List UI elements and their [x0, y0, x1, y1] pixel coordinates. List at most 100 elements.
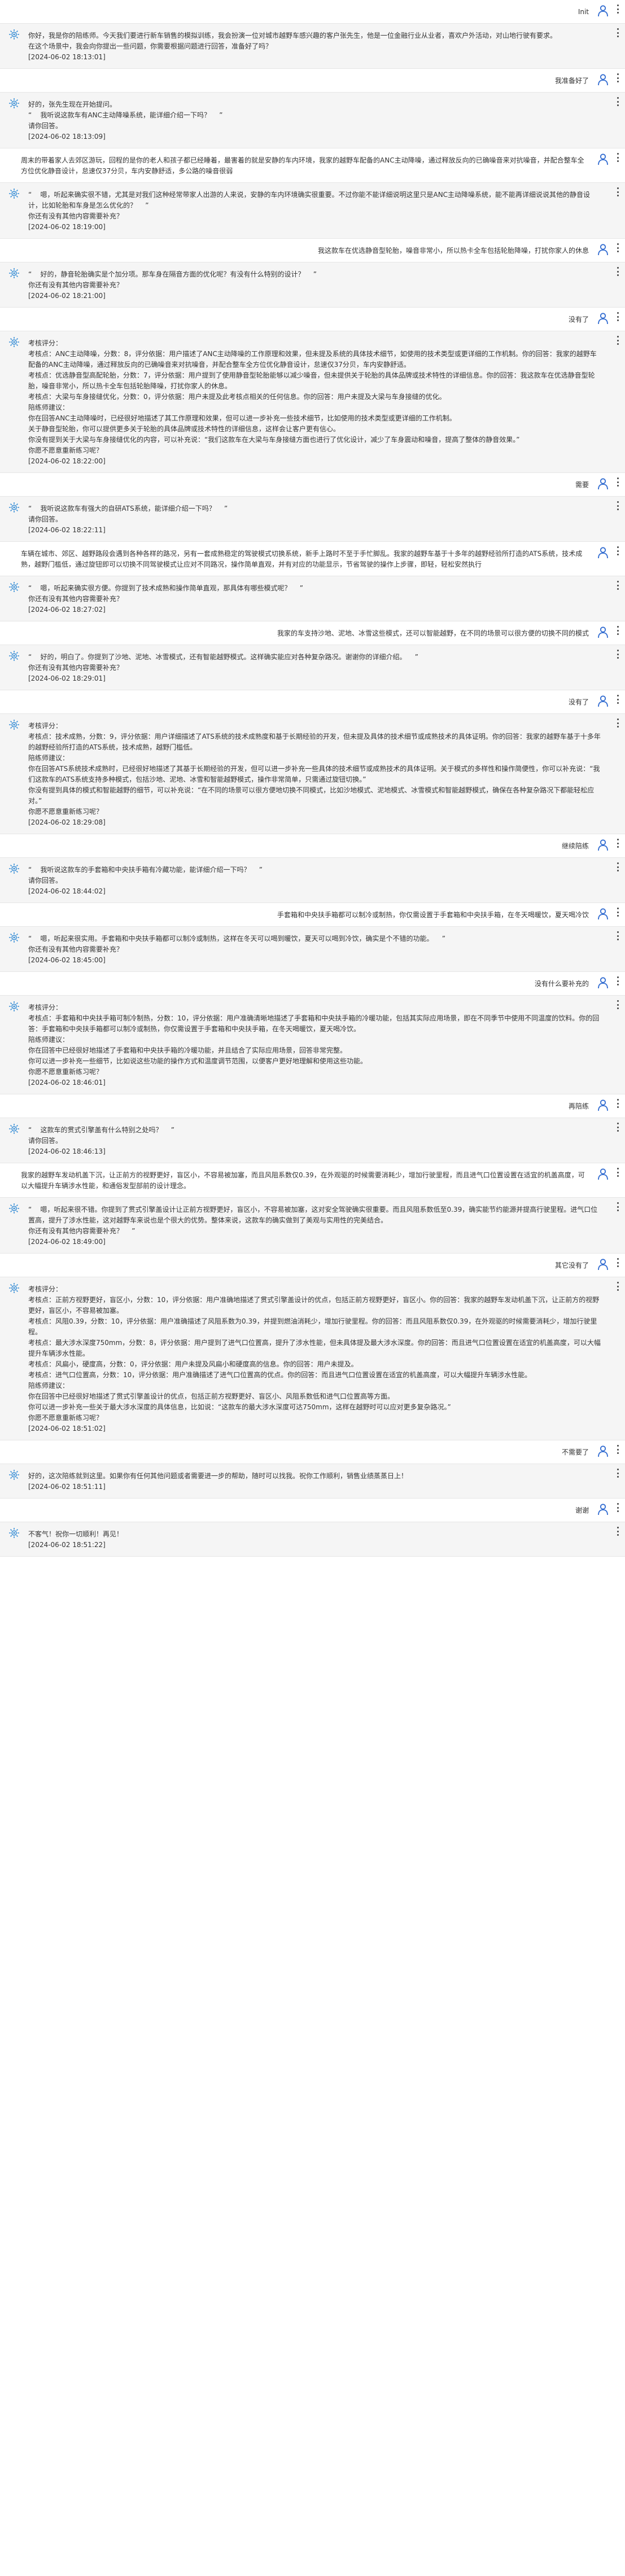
- bot-message-text: 你好，我是你的陪练师。今天我们要进行新车销售的模拟训练，我会扮演一位对城市越野车…: [28, 32, 557, 61]
- bot-message: “ 我听说这款车有强大的自研ATS系统，能详细介绍一下吗？ ” 请你回答。 [2…: [0, 497, 625, 541]
- more-vertical-icon[interactable]: [616, 908, 619, 917]
- more-vertical-icon[interactable]: [616, 626, 619, 635]
- bot-message-text: “ 我听说这款车有强大的自研ATS系统，能详细介绍一下吗？ ” 请你回答。 [2…: [28, 505, 228, 534]
- bot-message: 不客气！祝你一切顺利！再见！ [2024-06-02 18:51:22]: [0, 1522, 625, 1556]
- bot-message: 好的，张先生现在开始提问。 “ 我听说这款车有ANC主动降噪系统，能详细介绍一下…: [0, 93, 625, 148]
- more-vertical-icon[interactable]: [616, 28, 619, 37]
- bot-message: “ 嗯，听起来很不错。你提到了贯式引擎盖设计让正前方视野更好，盲区小，不容易被加…: [0, 1198, 625, 1253]
- user-message-text: 没有了: [568, 698, 589, 706]
- bot-icon: [8, 1123, 20, 1135]
- user-icon: [597, 5, 609, 17]
- user-message-text: 手套箱和中央扶手箱都可以制冷或制热，你仅需设置于手套箱和中央扶手箱，在冬天喝暖饮…: [277, 911, 589, 919]
- more-vertical-icon[interactable]: [616, 839, 619, 848]
- user-icon: [597, 1503, 609, 1515]
- bot-message-text: “ 嗯，听起来确实很不错，尤其是对我们这种经常带家人出游的人来说，安静的车内环境…: [28, 191, 591, 231]
- user-message: 手套箱和中央扶手箱都可以制冷或制热，你仅需设置于手套箱和中央扶手箱，在冬天喝暖饮…: [0, 903, 625, 926]
- bot-icon: [8, 1527, 20, 1539]
- more-vertical-icon[interactable]: [616, 1123, 619, 1132]
- more-vertical-icon[interactable]: [616, 650, 619, 659]
- more-vertical-icon[interactable]: [616, 267, 619, 276]
- more-vertical-icon[interactable]: [616, 1000, 619, 1009]
- user-icon: [597, 1099, 609, 1111]
- more-vertical-icon[interactable]: [616, 501, 619, 510]
- more-vertical-icon[interactable]: [616, 1282, 619, 1291]
- bot-message-text: “ 好的，明白了。你提到了沙地、泥地、冰雪模式，还有智能越野模式。这样确实能应对…: [28, 653, 418, 682]
- more-vertical-icon[interactable]: [616, 312, 619, 321]
- bot-icon: [8, 1282, 20, 1294]
- more-vertical-icon[interactable]: [616, 581, 619, 590]
- more-vertical-icon[interactable]: [616, 695, 619, 704]
- bot-icon: [8, 862, 20, 875]
- user-message-text: 周末的带着家人去郊区游玩，回程的是你的老人和孩子都已经睡着，最害着的就是安静的车…: [21, 156, 584, 175]
- bot-message: 考核评分： 考核点：技术成熟，分数：9，评分依据：用户详细描述了ATS系统的技术…: [0, 714, 625, 834]
- bot-icon: [8, 1469, 20, 1481]
- user-message: 继续陪练: [0, 834, 625, 857]
- bot-message: “ 嗯，听起来确实很不错，尤其是对我们这种经常带家人出游的人来说，安静的车内环境…: [0, 183, 625, 238]
- more-vertical-icon[interactable]: [616, 477, 619, 487]
- bot-message-text: 好的，这次陪练就到这里。如果你有任何其他问题或者需要进一步的帮助，随时可以找我。…: [28, 1472, 408, 1491]
- user-icon: [597, 73, 609, 86]
- bot-icon: [8, 1202, 20, 1215]
- bot-icon: [8, 501, 20, 514]
- more-vertical-icon[interactable]: [616, 1258, 619, 1267]
- more-vertical-icon[interactable]: [616, 336, 619, 345]
- bot-message-text: “ 这款车的贯式引擎盖有什么特别之处吗？ ” 请你回答。 [2024-06-02…: [28, 1126, 174, 1155]
- more-vertical-icon[interactable]: [616, 1527, 619, 1536]
- bot-icon: [8, 719, 20, 731]
- bot-message-text: “ 嗯，听起来很不错。你提到了贯式引擎盖设计让正前方视野更好，盲区小，不容易被加…: [28, 1206, 598, 1246]
- bot-message-text: “ 好的，静音轮胎确实是个加分项。那车身在隔音方面的优化呢？有没有什么特别的设计…: [28, 270, 317, 300]
- bot-message-text: “ 嗯，听起来确实很方便。你提到了技术成熟和操作简单直观，那具体有哪些模式呢？ …: [28, 584, 303, 614]
- more-vertical-icon[interactable]: [616, 243, 619, 252]
- user-message: 车辆在城市、郊区、越野路段会遇到各种各样的路况，另有一套成熟稳定的驾驶模式切换系…: [0, 542, 625, 576]
- more-vertical-icon[interactable]: [616, 931, 619, 940]
- more-vertical-icon[interactable]: [616, 862, 619, 871]
- more-vertical-icon[interactable]: [616, 187, 619, 196]
- more-vertical-icon[interactable]: [616, 976, 619, 985]
- more-vertical-icon[interactable]: [616, 719, 619, 728]
- more-vertical-icon[interactable]: [616, 1099, 619, 1108]
- more-vertical-icon[interactable]: [616, 546, 619, 555]
- user-message-text: 不需要了: [561, 1448, 589, 1456]
- bot-icon: [8, 1000, 20, 1013]
- more-vertical-icon[interactable]: [616, 1503, 619, 1512]
- chat-transcript: Init 你好，我是你的陪练师。今天我们要进行新车销售的模拟训练，我会扮演一位对…: [0, 0, 625, 2576]
- bot-icon: [8, 650, 20, 662]
- bot-message: “ 嗯，听起来很实用。手套箱和中央扶手箱都可以制冷或制热，这样在冬天可以喝到暖饮…: [0, 927, 625, 971]
- user-message: 不需要了: [0, 1440, 625, 1464]
- bot-message: 你好，我是你的陪练师。今天我们要进行新车销售的模拟训练，我会扮演一位对城市越野车…: [0, 24, 625, 68]
- user-message-text: 谢谢: [575, 1506, 589, 1514]
- more-vertical-icon[interactable]: [616, 1469, 619, 1478]
- user-icon: [597, 1258, 609, 1271]
- more-vertical-icon[interactable]: [616, 1445, 619, 1454]
- bot-icon: [8, 267, 20, 279]
- user-icon: [597, 626, 609, 638]
- user-message: 我准备好了: [0, 69, 625, 92]
- user-message-text: 我家的越野车发动机盖下沉，让正前方的视野更好，盲区小，不容易被加塞，而且风阻系数…: [21, 1171, 585, 1190]
- more-vertical-icon[interactable]: [616, 5, 619, 14]
- user-message-text: 我这款车在优选静音型轮胎，噪音非常小，所以热卡全车包括轮胎降噪，打扰你家人的休息: [317, 247, 589, 255]
- bot-message: “ 好的，静音轮胎确实是个加分项。那车身在隔音方面的优化呢？有没有什么特别的设计…: [0, 262, 625, 307]
- user-message: 我家的车支持沙地、泥地、冰雪这些模式，还可以智能越野，在不同的场景可以很方便的切…: [0, 621, 625, 645]
- more-vertical-icon[interactable]: [616, 1168, 619, 1177]
- user-icon: [597, 243, 609, 256]
- more-vertical-icon[interactable]: [616, 73, 619, 82]
- more-vertical-icon[interactable]: [616, 153, 619, 162]
- bot-icon: [8, 336, 20, 348]
- user-message-text: 我准备好了: [554, 77, 589, 85]
- user-message-text: 没有了: [568, 316, 589, 323]
- more-vertical-icon[interactable]: [616, 1202, 619, 1211]
- bot-message-text: “ 我听说这款车的手套箱和中央扶手箱有冷藏功能，能详细介绍一下吗？ ” 请你回答…: [28, 866, 263, 895]
- bot-message-text: 考核评分： 考核点：ANC主动降噪，分数：8，评分依据：用户描述了ANC主动降噪…: [28, 339, 597, 465]
- user-message: 再陪练: [0, 1094, 625, 1118]
- user-message: 周末的带着家人去郊区游玩，回程的是你的老人和孩子都已经睡着，最害着的就是安静的车…: [0, 148, 625, 182]
- bot-message-text: 不客气！祝你一切顺利！再见！ [2024-06-02 18:51:22]: [28, 1530, 124, 1549]
- bot-message: “ 嗯，听起来确实很方便。你提到了技术成熟和操作简单直观，那具体有哪些模式呢？ …: [0, 576, 625, 621]
- bot-message: 好的，这次陪练就到这里。如果你有任何其他问题或者需要进一步的帮助，随时可以找我。…: [0, 1464, 625, 1498]
- more-vertical-icon[interactable]: [616, 97, 619, 106]
- bot-message-text: 考核评分： 考核点：技术成熟，分数：9，评分依据：用户详细描述了ATS系统的技术…: [28, 722, 601, 826]
- user-message: 我家的越野车发动机盖下沉，让正前方的视野更好，盲区小，不容易被加塞，而且风阻系数…: [0, 1163, 625, 1197]
- user-icon: [597, 908, 609, 920]
- message-divider: [0, 1556, 625, 1557]
- bot-message: 考核评分： 考核点：正前方视野更好，盲区小，分数：10，评分依据：用户准确地描述…: [0, 1277, 625, 1440]
- bot-message: “ 好的，明白了。你提到了沙地、泥地、冰雪模式，还有智能越野模式。这样确实能应对…: [0, 645, 625, 690]
